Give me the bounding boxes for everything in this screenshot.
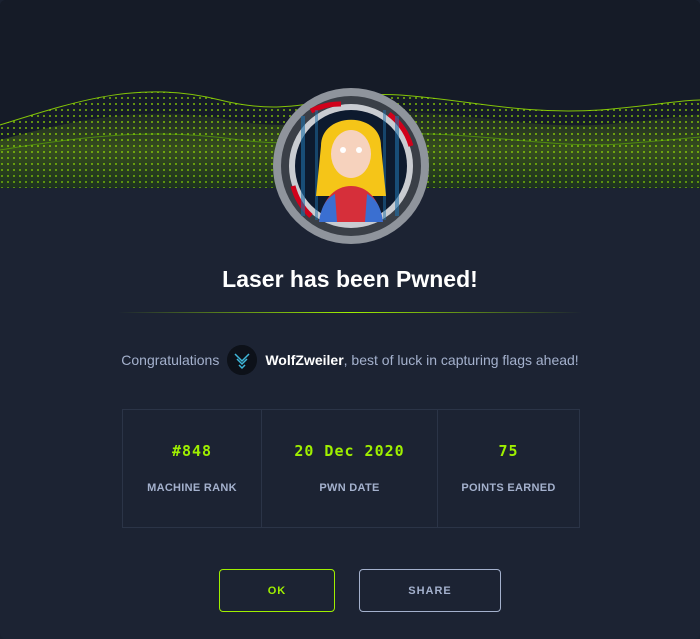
stat-value: #848	[171, 442, 213, 460]
share-button[interactable]: SHARE	[359, 569, 501, 612]
stats-panel: #848 MACHINE RANK 20 Dec 2020 PWN DATE 7…	[122, 409, 580, 528]
ok-button[interactable]: OK	[219, 569, 335, 612]
username-link[interactable]: WolfZweiler	[265, 352, 343, 368]
congrats-suffix: , best of luck in capturing flags ahead!	[343, 352, 579, 368]
stat-pwn-date: 20 Dec 2020 PWN DATE	[262, 410, 438, 527]
stat-machine-rank: #848 MACHINE RANK	[123, 410, 262, 527]
stat-value: 20 Dec 2020	[294, 442, 405, 460]
congrats-message: Congratulations WolfZweiler , best of lu…	[0, 344, 700, 376]
stat-value: 75	[498, 442, 519, 460]
pwned-dialog: Laser has been Pwned! Congratulations Wo…	[0, 0, 700, 639]
stat-points-earned: 75 POINTS EARNED	[438, 410, 579, 527]
user-avatar-icon[interactable]	[227, 345, 258, 375]
stat-label: MACHINE RANK	[147, 482, 237, 494]
congrats-prefix: Congratulations	[121, 352, 220, 368]
stat-label: PWN DATE	[319, 482, 380, 494]
machine-avatar-icon	[271, 86, 431, 246]
dialog-title: Laser has been Pwned!	[222, 266, 478, 292]
stat-label: POINTS EARNED	[461, 482, 556, 494]
divider	[118, 312, 582, 313]
